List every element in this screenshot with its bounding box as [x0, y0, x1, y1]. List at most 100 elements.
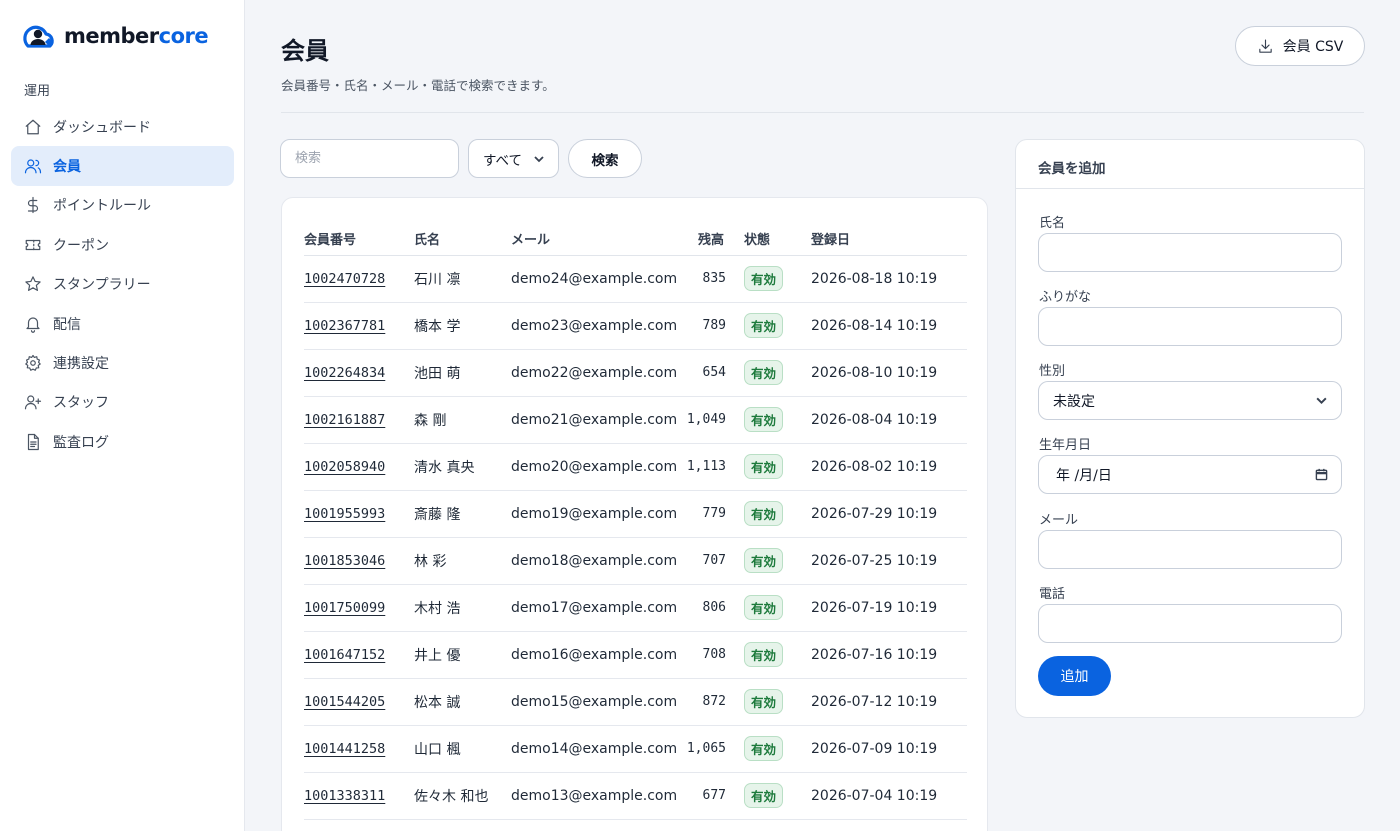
header-divider [281, 112, 1364, 113]
column-header-name[interactable]: 氏名 [414, 216, 511, 256]
member-status-cell: 有効 [744, 302, 811, 350]
add-member-panel: 会員を追加 氏名 ふりがな 性別 未設定 生年月日 年 /月/日 メール 電話 … [1015, 139, 1365, 718]
column-header-id[interactable]: 会員番号 [304, 216, 414, 256]
table-row[interactable]: 1001544205 松本 誠 demo15@example.com 872 有効 202… [304, 678, 967, 726]
table-row[interactable]: 1001441258 山口 楓 demo14@example.com 1,065 有効 2… [304, 725, 967, 773]
sidebar-item-delivery[interactable]: 配信 [11, 304, 234, 343]
sidebar-item-integrations[interactable]: 連携設定 [11, 343, 234, 382]
member-id-link[interactable]: 1001750099 [304, 600, 385, 616]
member-id-link[interactable]: 1002161887 [304, 412, 385, 428]
member-id-link[interactable]: 1001853046 [304, 553, 385, 569]
star-icon [24, 275, 42, 293]
member-id-link[interactable]: 1001955993 [304, 506, 385, 522]
logo-icon [23, 25, 54, 48]
member-status-cell: 有効 [744, 443, 811, 491]
member-id-cell: 1002470728 [304, 255, 414, 303]
member-mail-cell: demo21@example.com [511, 396, 681, 444]
member-id-cell: 1002161887 [304, 396, 414, 444]
member-csv-button[interactable]: 会員 CSV [1235, 26, 1365, 66]
member-id-link[interactable]: 1002264834 [304, 365, 385, 381]
member-id-link[interactable]: 1002470728 [304, 271, 385, 287]
brand-logo[interactable]: membercore [22, 20, 209, 52]
member-id-cell: 1001441258 [304, 725, 414, 773]
calendar-icon[interactable] [1315, 468, 1328, 481]
table-row[interactable]: 1002264834 池田 萌 demo22@example.com 654 有効 202… [304, 349, 967, 397]
chevron-down-icon [534, 155, 544, 162]
document-icon [24, 433, 42, 451]
column-header-balance[interactable]: 残高 [681, 216, 744, 256]
sidebar-item-dashboard[interactable]: ダッシュボード [11, 107, 234, 146]
member-date-cell: 2026-08-04 10:19 [811, 396, 967, 444]
phone-field[interactable] [1038, 604, 1342, 643]
member-balance-cell: 677 [681, 772, 744, 820]
users-icon [24, 157, 42, 175]
sidebar-item-label: ダッシュボード [53, 119, 151, 136]
member-id-link[interactable]: 1002367781 [304, 318, 385, 334]
member-id-link[interactable]: 1001544205 [304, 694, 385, 710]
member-mail-cell: demo17@example.com [511, 584, 681, 632]
sidebar-item-coupons[interactable]: クーポン [11, 225, 234, 264]
birthdate-field[interactable]: 年 /月/日 [1038, 455, 1342, 494]
table-row[interactable]: 1001647152 井上 優 demo16@example.com 708 有効 202… [304, 631, 967, 679]
kana-label: ふりがな [1039, 290, 1092, 305]
column-header-date[interactable]: 登録日 [811, 216, 967, 256]
member-id-cell: 1002058940 [304, 443, 414, 491]
sidebar-item-label: 配信 [53, 316, 81, 333]
sidebar-item-label: ポイントルール [53, 198, 151, 215]
home-icon [24, 118, 42, 136]
table-row[interactable]: 1001338311 佐々木 和也 demo13@example.com 677 有効 2… [304, 772, 967, 820]
name-field[interactable] [1038, 233, 1342, 272]
status-badge: 有効 [744, 266, 784, 291]
sidebar-item-label: 連携設定 [53, 356, 109, 373]
member-id-cell: 1001544205 [304, 678, 414, 726]
search-input[interactable] [280, 139, 459, 178]
kana-field[interactable] [1038, 307, 1342, 346]
members-table: 会員番号 氏名 メール 残高 状態 登録日 1002470728 石川 凛 demo… [304, 216, 967, 820]
member-id-link[interactable]: 1001338311 [304, 788, 385, 804]
members-table-body: 1002470728 石川 凛 demo24@example.com 835 有効 202… [304, 255, 967, 820]
table-row[interactable]: 1002161887 森 剛 demo21@example.com 1,049 有効 20… [304, 396, 967, 444]
table-row[interactable]: 1002470728 石川 凛 demo24@example.com 835 有効 202… [304, 255, 967, 303]
table-row[interactable]: 1001853046 林 彩 demo18@example.com 707 有効 2026… [304, 537, 967, 585]
member-name-cell: 林 彩 [414, 537, 511, 585]
member-id-cell: 1001853046 [304, 537, 414, 585]
gender-select[interactable]: 未設定 [1038, 381, 1342, 420]
member-id-link[interactable]: 1001441258 [304, 741, 385, 757]
sidebar-nav: ダッシュボード 会員 ポイントルール クーポン スタンプラリー 配信 連携設定 [11, 107, 234, 462]
member-id-link[interactable]: 1002058940 [304, 459, 385, 475]
sidebar-item-audit-log[interactable]: 監査ログ [11, 422, 234, 461]
sidebar-item-point-rules[interactable]: ポイントルール [11, 186, 234, 225]
member-date-cell: 2026-07-19 10:19 [811, 584, 967, 632]
member-balance-cell: 872 [681, 678, 744, 726]
search-button[interactable]: 検索 [568, 139, 642, 178]
email-field[interactable] [1038, 530, 1342, 569]
phone-label: 電話 [1039, 587, 1066, 602]
table-row[interactable]: 1001955993 斎藤 隆 demo19@example.com 779 有効 202… [304, 490, 967, 538]
member-name-cell: 森 剛 [414, 396, 511, 444]
brand-name-part2: core [158, 24, 209, 48]
gender-label: 性別 [1039, 364, 1066, 379]
nav-section-label: 運用 [24, 84, 51, 99]
gear-icon [24, 354, 42, 372]
sidebar-item-members[interactable]: 会員 [11, 146, 234, 186]
member-status-cell: 有効 [744, 631, 811, 679]
table-row[interactable]: 1001750099 木村 浩 demo17@example.com 806 有効 202… [304, 584, 967, 632]
member-id-cell: 1002264834 [304, 349, 414, 397]
member-id-link[interactable]: 1001647152 [304, 647, 385, 663]
add-member-button[interactable]: 追加 [1038, 656, 1111, 696]
dollar-icon [24, 196, 42, 214]
add-member-title: 会員を追加 [1016, 140, 1364, 189]
sidebar-item-stamp-rally[interactable]: スタンプラリー [11, 265, 234, 304]
birthdate-label: 生年月日 [1039, 438, 1092, 453]
member-name-cell: 佐々木 和也 [414, 772, 511, 820]
table-row[interactable]: 1002058940 清水 真央 demo20@example.com 1,113 有効… [304, 443, 967, 491]
status-filter-select[interactable]: すべて [468, 139, 559, 178]
column-header-mail[interactable]: メール [511, 216, 681, 256]
sidebar-item-staff[interactable]: スタッフ [11, 383, 234, 422]
member-date-cell: 2026-07-29 10:19 [811, 490, 967, 538]
sidebar-item-label: スタンプラリー [53, 277, 151, 294]
table-row[interactable]: 1002367781 橋本 学 demo23@example.com 789 有効 202… [304, 302, 967, 350]
column-header-status[interactable]: 状態 [744, 216, 811, 256]
member-id-cell: 1001647152 [304, 631, 414, 679]
status-badge: 有効 [744, 313, 784, 338]
